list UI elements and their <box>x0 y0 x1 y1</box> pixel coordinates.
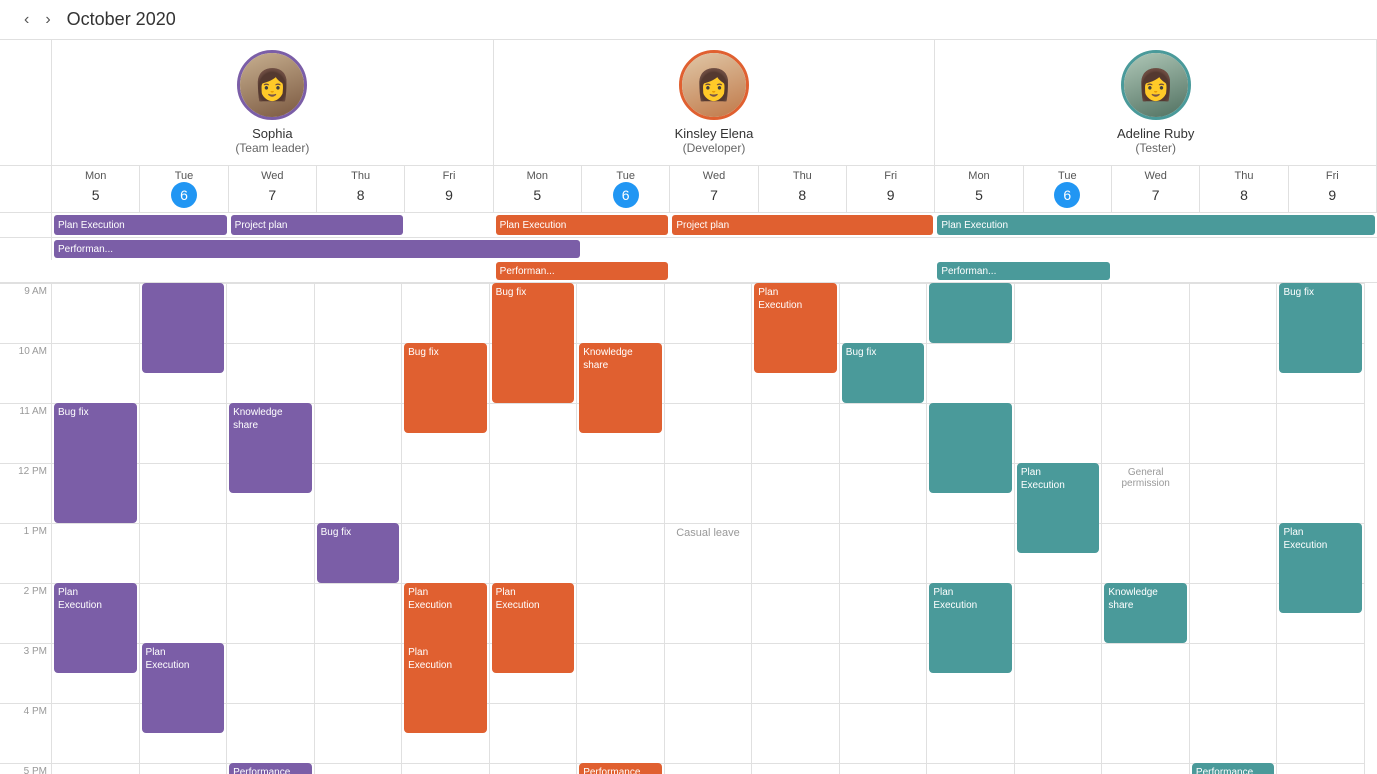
day-header-8: Thu8 <box>759 166 847 212</box>
day-col-4: Bug fixPlan ExecutionPlan Execution <box>402 283 490 774</box>
event-23[interactable]: Performance check <box>1192 763 1275 774</box>
next-button[interactable]: › <box>37 7 58 33</box>
day-header-1: Tue6 <box>140 166 228 212</box>
event-11[interactable]: Plan Execution <box>404 643 487 733</box>
day-header-2: Wed7 <box>229 166 317 212</box>
general-permission-label: General permission <box>1102 463 1189 489</box>
header-bar: ‹ › October 2020 <box>0 0 1377 40</box>
day-header-10: Mon5 <box>935 166 1023 212</box>
prev-button[interactable]: ‹ <box>16 7 37 33</box>
perf-row: Performan... Performan... Performan... <box>0 238 1377 283</box>
person-name-sophia: Sophia <box>252 126 292 141</box>
day-header-6: Tue6 <box>582 166 670 212</box>
day-col-11: Plan Execution <box>1015 283 1103 774</box>
scrollbar[interactable] <box>1365 283 1377 774</box>
day-col-0: Bug fix Plan Execution <box>52 283 140 774</box>
day-header-7: Wed7 <box>670 166 758 212</box>
person-adeline: 👩 Adeline Ruby (Tester) <box>935 40 1377 165</box>
all-day-event[interactable]: Plan Execution <box>496 215 669 235</box>
perf-event[interactable]: Performan... <box>496 262 669 280</box>
event-3[interactable]: Bug fix <box>317 523 400 583</box>
event-1[interactable]: Bug fix <box>54 403 137 523</box>
grid-body[interactable]: 9 AM10 AM11 AM12 PM1 PM2 PM3 PM4 PM5 PM6… <box>0 283 1377 774</box>
event-13[interactable]: Performance check <box>579 763 662 774</box>
day-header-9: Fri9 <box>847 166 935 212</box>
day-col-12: Knowledge share General permission <box>1102 283 1190 774</box>
day-header-5: Mon5 <box>494 166 582 212</box>
day-header-12: Wed7 <box>1112 166 1200 212</box>
day-header-14: Fri9 <box>1289 166 1377 212</box>
days-header: Mon5Tue6Wed7Thu8Fri9Mon5Tue6Wed7Thu8Fri9… <box>0 166 1377 213</box>
event-14[interactable]: Plan Execution <box>754 283 837 373</box>
event-15[interactable] <box>929 283 1012 343</box>
event-0[interactable] <box>142 283 225 373</box>
day-col-1: Plan Execution <box>140 283 228 774</box>
event-22[interactable]: Plan Execution <box>1279 523 1362 613</box>
all-day-event[interactable]: Project plan <box>231 215 404 235</box>
time-slot-2: 11 AM <box>0 403 51 463</box>
avatar-sophia: 👩 <box>237 50 307 120</box>
day-col-5: Bug fix Plan Execution <box>490 283 578 774</box>
day-header-3: Thu8 <box>317 166 405 212</box>
day-header-4: Fri9 <box>405 166 493 212</box>
person-name-kinsley: Kinsley Elena <box>675 126 754 141</box>
all-day-event[interactable]: Plan Execution <box>937 215 1375 235</box>
event-12[interactable]: Knowledge share <box>579 343 662 433</box>
time-slot-8: 5 PM <box>0 763 51 774</box>
event-21[interactable]: Bug fix <box>1279 283 1362 373</box>
day-header-13: Thu8 <box>1200 166 1288 212</box>
day-header-11: Tue6 <box>1024 166 1112 212</box>
time-slot-7: 4 PM <box>0 703 51 763</box>
time-slot-1: 10 AM <box>0 343 51 403</box>
time-slot-0: 9 AM <box>0 283 51 343</box>
event-2[interactable]: Knowledge share <box>229 403 312 493</box>
perf-event[interactable]: Performan... <box>54 240 580 258</box>
event-10[interactable]: Plan Execution <box>492 583 575 673</box>
day-col-10: Plan Execution <box>927 283 1015 774</box>
event-8[interactable]: Bug fix <box>492 283 575 403</box>
day-col-7: Casual leave <box>665 283 753 774</box>
event-5[interactable]: Plan Execution <box>142 643 225 733</box>
event-16[interactable] <box>929 403 1012 493</box>
time-column: 9 AM10 AM11 AM12 PM1 PM2 PM3 PM4 PM5 PM6… <box>0 283 52 774</box>
day-col-9: Bug fix <box>840 283 928 774</box>
avatar-adeline: 👩 <box>1121 50 1191 120</box>
day-col-3: Bug fix <box>315 283 403 774</box>
persons-row: 👩 Sophia (Team leader) 👩 Kinsley Elena (… <box>0 40 1377 166</box>
days-grid: Bug fixPlan ExecutionPlan ExecutionKnowl… <box>52 283 1365 774</box>
person-role-adeline: (Tester) <box>1135 141 1176 155</box>
calendar-container: 👩 Sophia (Team leader) 👩 Kinsley Elena (… <box>0 40 1377 774</box>
person-name-adeline: Adeline Ruby <box>1117 126 1194 141</box>
day-col-2: Knowledge share Performance check <box>227 283 315 774</box>
day-col-14: Bug fix Plan Execution <box>1277 283 1365 774</box>
event-17[interactable]: Plan Execution <box>929 583 1012 673</box>
event-20[interactable]: Knowledge share <box>1104 583 1187 643</box>
day-col-6: Knowledge share Performance check <box>577 283 665 774</box>
all-day-event[interactable]: Project plan <box>672 215 933 235</box>
casual-leave-label: Casual leave <box>665 523 752 539</box>
event-19[interactable]: Plan Execution <box>1017 463 1100 553</box>
day-col-8: Plan Execution <box>752 283 840 774</box>
event-6[interactable]: Performance check <box>229 763 312 774</box>
time-slot-6: 3 PM <box>0 643 51 703</box>
person-role-kinsley: (Developer) <box>683 141 746 155</box>
perf-event[interactable]: Performan... <box>937 262 1110 280</box>
time-slot-4: 1 PM <box>0 523 51 583</box>
person-role-sophia: (Team leader) <box>235 141 309 155</box>
event-4[interactable]: Plan Execution <box>54 583 137 673</box>
day-header-0: Mon5 <box>52 166 140 212</box>
event-7[interactable]: Bug fix <box>404 343 487 433</box>
day-col-13: Performance check <box>1190 283 1278 774</box>
event-18[interactable]: Bug fix <box>842 343 925 403</box>
all-day-row: Plan ExecutionProject planPlan Execution… <box>0 213 1377 238</box>
month-title: October 2020 <box>67 9 176 30</box>
time-slot-5: 2 PM <box>0 583 51 643</box>
time-slot-3: 12 PM <box>0 463 51 523</box>
all-day-event[interactable]: Plan Execution <box>54 215 227 235</box>
avatar-kinsley: 👩 <box>679 50 749 120</box>
person-kinsley: 👩 Kinsley Elena (Developer) <box>494 40 936 165</box>
person-sophia: 👩 Sophia (Team leader) <box>52 40 494 165</box>
